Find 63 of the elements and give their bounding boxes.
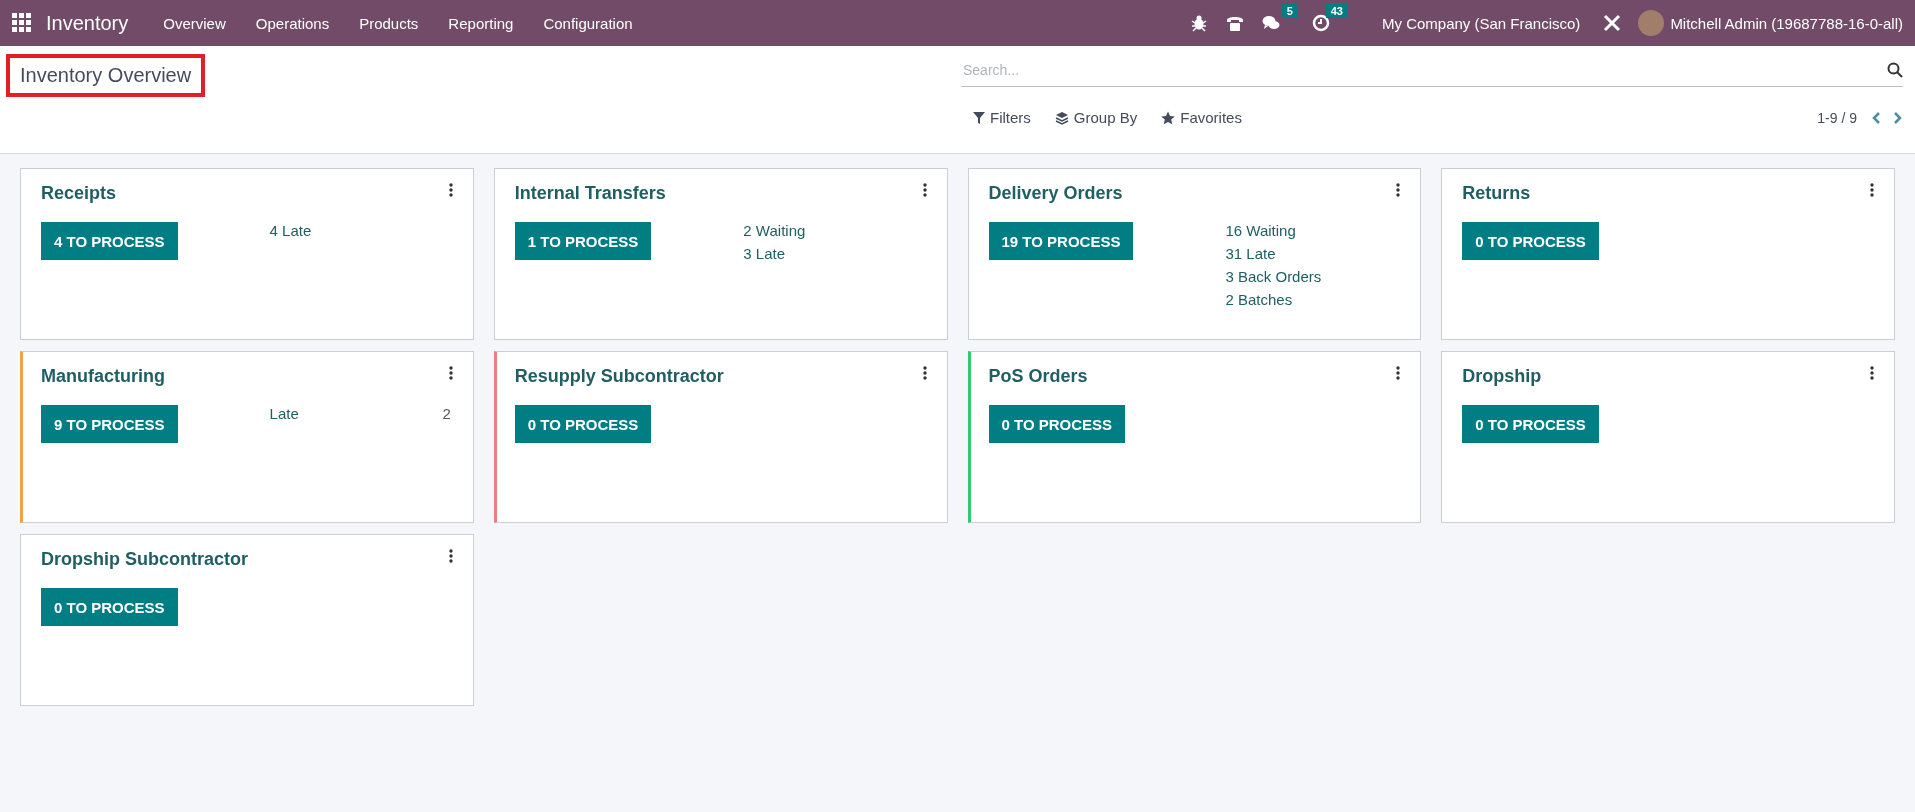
stat-link[interactable]: 3 Late — [743, 245, 925, 262]
star-icon — [1161, 110, 1176, 125]
menu-item[interactable]: Reporting — [433, 14, 529, 32]
card-title[interactable]: Internal Transfers — [514, 183, 925, 204]
menu-item[interactable]: Operations — [240, 14, 345, 32]
to-process-button[interactable]: 0 TO PROCESS — [514, 405, 652, 443]
bug-icon[interactable] — [1189, 14, 1208, 32]
to-process-button[interactable]: 9 TO PROCESS — [41, 405, 178, 443]
card-title[interactable]: Returns — [1462, 183, 1872, 204]
activity-count-badge: 43 — [1325, 4, 1348, 18]
dropdown-menu-icon[interactable] — [1396, 366, 1401, 380]
clock-icon[interactable] — [1311, 14, 1330, 32]
page-title: Inventory Overview — [20, 64, 192, 86]
to-process-button[interactable]: 0 TO PROCESS — [1462, 222, 1599, 260]
card-title[interactable]: Receipts — [41, 183, 451, 204]
search-field[interactable]: Search... — [961, 61, 1887, 79]
dropdown-menu-icon[interactable] — [448, 549, 453, 563]
phone-icon[interactable] — [1225, 14, 1244, 32]
card-title[interactable]: Dropship — [1462, 366, 1872, 387]
chat-icon[interactable] — [1261, 14, 1280, 32]
menu-item[interactable]: Overview — [148, 14, 241, 32]
dropdown-menu-icon[interactable] — [922, 366, 927, 380]
to-process-button[interactable]: 1 TO PROCESS — [514, 222, 652, 260]
filter-icon — [973, 110, 985, 125]
search-option-button[interactable]: Group By — [1054, 109, 1138, 126]
pager-value: 1-9 / 9 — [1817, 109, 1857, 126]
search-icon[interactable] — [1887, 62, 1903, 78]
stat-link[interactable]: 16 Waiting — [1225, 222, 1399, 239]
to-process-button[interactable]: 0 TO PROCESS — [1462, 405, 1599, 443]
dropdown-menu-icon[interactable] — [448, 366, 453, 380]
menu-item[interactable]: Configuration — [528, 14, 648, 32]
stat-link[interactable]: 2 Waiting — [743, 222, 925, 239]
search-option-button[interactable]: Filters — [973, 109, 1031, 126]
menu-item[interactable]: Products — [344, 14, 434, 32]
card-title[interactable]: Delivery Orders — [988, 183, 1399, 204]
dropdown-menu-icon[interactable] — [922, 183, 927, 197]
stat-link[interactable]: 2 Batches — [1225, 291, 1399, 308]
layers-icon — [1054, 110, 1069, 125]
dropdown-menu-icon[interactable] — [1396, 183, 1401, 197]
company-switcher[interactable]: My Company (San Francisco) — [1381, 14, 1581, 32]
user-menu[interactable]: Mitchell Admin (19687788-16-0-all) — [1670, 14, 1903, 32]
card-title[interactable]: PoS Orders — [988, 366, 1399, 387]
card-title[interactable]: Manufacturing — [41, 366, 451, 387]
stat-link[interactable]: 3 Back Orders — [1225, 268, 1399, 285]
stat-link[interactable]: 4 Late — [269, 222, 451, 239]
to-process-button[interactable]: 19 TO PROCESS — [988, 222, 1134, 260]
card-title[interactable]: Resupply Subcontractor — [514, 366, 925, 387]
stat-count: 2 — [442, 405, 451, 422]
to-process-button[interactable]: 4 TO PROCESS — [41, 222, 178, 260]
search-option-button[interactable]: Favorites — [1161, 109, 1242, 126]
stat-link[interactable]: Late — [269, 405, 299, 422]
next-icon[interactable] — [1893, 110, 1903, 125]
app-name[interactable]: Inventory — [46, 11, 129, 35]
message-count-badge: 5 — [1281, 4, 1298, 18]
stat-link[interactable]: 31 Late — [1225, 245, 1399, 262]
dropdown-menu-icon[interactable] — [1870, 366, 1874, 380]
card-title[interactable]: Dropship Subcontractor — [41, 549, 451, 570]
previous-icon[interactable] — [1871, 110, 1881, 125]
dropdown-menu-icon[interactable] — [448, 183, 453, 197]
apps-menu-icon[interactable] — [12, 13, 32, 33]
to-process-button[interactable]: 0 TO PROCESS — [41, 588, 178, 626]
to-process-button[interactable]: 0 TO PROCESS — [988, 405, 1126, 443]
dropdown-menu-icon[interactable] — [1870, 183, 1874, 197]
